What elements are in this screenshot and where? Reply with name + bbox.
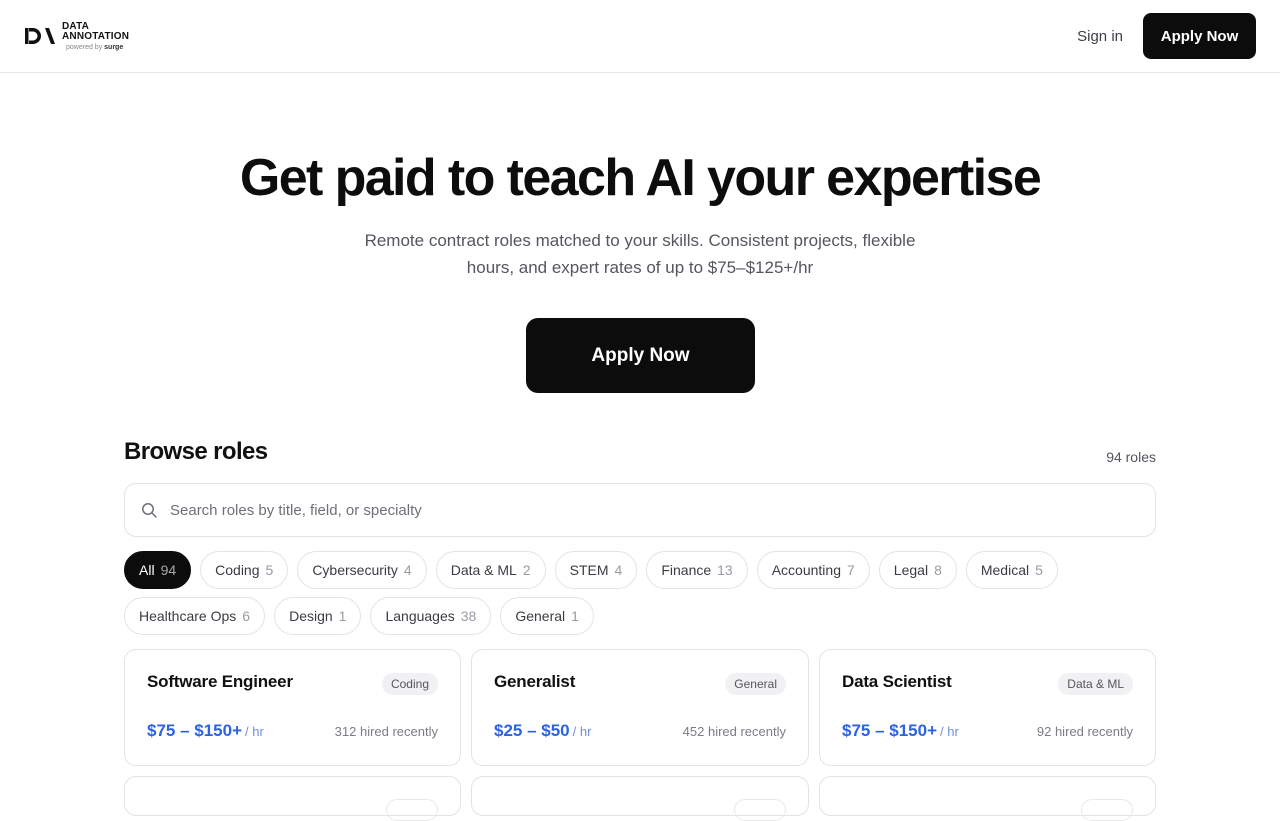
header-apply-button[interactable]: Apply Now — [1143, 13, 1256, 59]
filter-chip-general[interactable]: General 1 — [500, 597, 594, 635]
hero-subtitle: Remote contract roles matched to your sk… — [364, 231, 916, 277]
role-filter-chips: All 94 Coding 5 Cybersecurity 4 Data & ML 2 … — [124, 551, 1164, 635]
brand-line-2: ANNOTATION — [62, 30, 130, 42]
role-category-badge: General — [725, 673, 786, 695]
filter-chip-count: 8 — [934, 562, 942, 578]
top-navigation: DATA ANNOTATION powered by surge Sign in… — [0, 0, 1280, 73]
search-icon — [142, 502, 157, 518]
role-card-software-engineer[interactable]: Software Engineer Coding $75 – $150+ / hr… — [124, 649, 461, 766]
powered-by: powered by surge — [62, 44, 129, 51]
role-rate-range: $25 – $50 — [494, 721, 570, 740]
filter-chip-all[interactable]: All 94 — [124, 551, 192, 589]
role-hired-count: 92 hired recently — [1036, 724, 1133, 739]
sign-in-link[interactable]: Sign in — [1077, 28, 1123, 45]
filter-chip-label: Legal — [893, 562, 929, 578]
brand-logo[interactable]: DATA ANNOTATION powered by surge — [24, 20, 130, 51]
filter-chip-label: Languages — [385, 608, 455, 624]
brand-wordmark: DATA ANNOTATION powered by surge — [62, 20, 130, 51]
role-rate: $25 – $50/ hr — [494, 721, 591, 741]
role-card-partial[interactable] — [124, 776, 461, 821]
role-category-badge: Coding — [381, 673, 438, 695]
role-rate-range: $75 – $150+ — [842, 721, 938, 740]
filter-chip-count: 94 — [160, 562, 177, 578]
role-rate-range: $75 – $150+ — [147, 721, 243, 740]
role-card-data-scientist[interactable]: Data Scientist Data & ML $75 – $150+ / hr… — [819, 649, 1156, 766]
role-search-input[interactable] — [170, 501, 1070, 519]
brand-line-1: DATA — [62, 20, 90, 32]
role-category-badge — [1081, 799, 1133, 821]
filter-chip-coding[interactable]: Coding 5 — [200, 551, 289, 589]
powered-by-prefix: powered by — [66, 43, 103, 51]
filter-chip-count: 38 — [460, 608, 477, 624]
filter-chip-label: STEM — [569, 562, 609, 578]
filter-chip-label: Finance — [661, 562, 712, 578]
filter-chip-label: Data & ML — [450, 562, 517, 578]
filter-chip-legal[interactable]: Legal 8 — [878, 551, 957, 589]
filter-chip-cybersecurity[interactable]: Cybersecurity 4 — [297, 551, 427, 589]
roles-count: 94 roles — [1106, 449, 1156, 465]
filter-chip-label: Design — [289, 608, 333, 624]
role-rate-unit: / hr — [940, 724, 959, 739]
filter-chip-count: 7 — [847, 562, 855, 578]
filter-chip-medical[interactable]: Medical 5 — [965, 551, 1058, 589]
filter-chip-finance[interactable]: Finance 13 — [646, 551, 748, 589]
role-card-partial[interactable] — [819, 776, 1156, 821]
filter-chip-design[interactable]: Design 1 — [274, 597, 362, 635]
role-search-box[interactable] — [124, 483, 1156, 537]
role-cards-grid: Software Engineer Coding $75 – $150+ / hr… — [124, 649, 1156, 821]
filter-chip-label: All — [139, 562, 155, 578]
role-card-partial[interactable] — [471, 776, 809, 821]
filter-chip-stem[interactable]: STEM 4 — [554, 551, 638, 589]
filter-chip-count: 6 — [242, 608, 251, 624]
filter-chip-count: 13 — [717, 562, 733, 578]
filter-chip-count: 5 — [1035, 562, 1043, 578]
role-rate: $75 – $150+ / hr — [147, 721, 264, 741]
filter-chip-data-ml[interactable]: Data & ML 2 — [435, 551, 546, 589]
role-hired-count: 312 hired recently — [334, 724, 438, 739]
hero-title: Get paid to teach AI your expertise — [239, 149, 1042, 207]
filter-chip-count: 4 — [403, 562, 412, 578]
filter-chip-count: 1 — [338, 608, 347, 624]
filter-chip-label: General — [515, 608, 566, 624]
filter-chip-count: 2 — [522, 562, 531, 578]
filter-chip-languages[interactable]: Languages 38 — [370, 597, 492, 635]
filter-chip-count: 4 — [614, 562, 623, 578]
filter-chip-count: 1 — [571, 608, 579, 624]
header-actions: Sign in Apply Now — [1077, 13, 1256, 59]
filter-chip-count: 5 — [265, 562, 274, 578]
role-rate: $75 – $150+ / hr — [842, 721, 959, 741]
role-card-generalist[interactable]: Generalist General $25 – $50/ hr 452 hir… — [471, 649, 809, 766]
filter-chip-label: Healthcare Ops — [139, 608, 237, 624]
data-annotation-logo-icon — [25, 28, 55, 44]
role-category-badge: Data & ML — [1058, 673, 1133, 695]
role-rate-unit: / hr — [572, 724, 592, 739]
filter-chip-label: Coding — [215, 562, 260, 578]
browse-roles-heading: Browse roles — [124, 438, 268, 465]
filter-chip-label: Accounting — [771, 562, 841, 578]
filter-chip-accounting[interactable]: Accounting 7 — [756, 551, 870, 589]
role-rate-unit: / hr — [245, 724, 264, 739]
filter-chip-label: Medical — [980, 562, 1030, 578]
powered-by-brand: surge — [104, 43, 124, 51]
role-category-badge — [386, 799, 438, 821]
hero-apply-button[interactable]: Apply Now — [526, 318, 755, 393]
filter-chip-healthcare-ops[interactable]: Healthcare Ops 6 — [124, 597, 266, 635]
role-category-badge — [734, 799, 786, 821]
role-hired-count: 452 hired recently — [682, 724, 786, 739]
filter-chip-label: Cybersecurity — [312, 562, 398, 578]
